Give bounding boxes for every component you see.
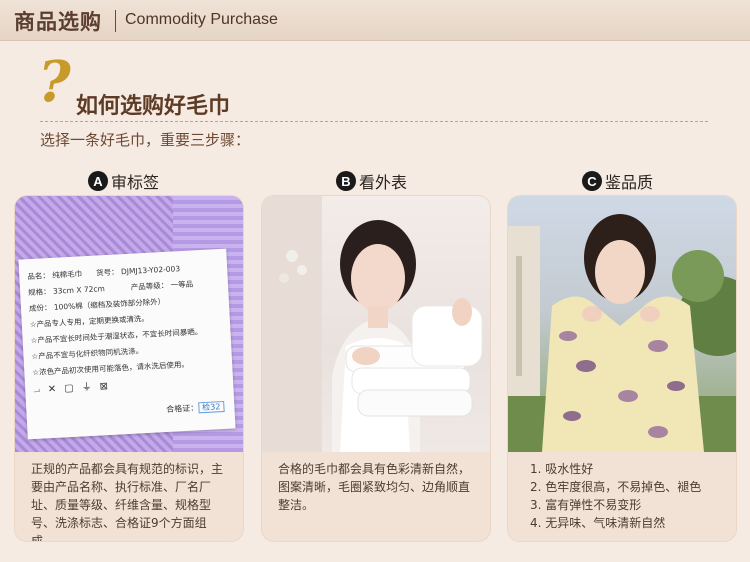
header-bar: 商品选购 Commodity Purchase (0, 0, 750, 41)
care-label-photo: 品名： 纯棉毛巾 货号： DJMJ13-Y02-003 规格： 33cm X 7… (15, 196, 243, 452)
section-subheading: 选择一条好毛巾，重要三步骤： (40, 131, 251, 149)
white-towels-photo (262, 196, 490, 452)
step-b-description: 合格的毛巾都会具有色彩清新自然，图案清晰，毛圈紧致均匀、边角顺直整洁。 (278, 462, 471, 512)
patterned-towel-photo (508, 196, 736, 452)
step-c-badge: C (582, 171, 602, 191)
question-mark-icon: ? (38, 49, 71, 115)
label-grade: 产品等级： 一等品 (130, 279, 194, 292)
step-c-title: 鉴品质 (605, 173, 654, 192)
wash-tub-icon: ⏗ (33, 384, 41, 396)
quality-item-3: 3. 富有弹性不易变形 (530, 498, 642, 512)
step-c-heading: C 鉴品质 (582, 169, 653, 193)
woman-with-towels-illustration (262, 196, 483, 452)
header-title-en: Commodity Purchase (125, 11, 278, 28)
step-b-badge: B (336, 171, 356, 191)
section-heading: 如何选购好毛巾 (76, 94, 231, 119)
no-dryclean-icon: ⊠ (99, 381, 109, 393)
step-c-card: 1. 吸水性好 2. 色牢度很高，不易掉色、褪色 3. 富有弹性不易变形 4. … (508, 196, 736, 541)
step-a-description: 正规的产品都会具有规范的标识，主要由产品名称、执行标准、厂名厂址、质量等级、纤维… (31, 462, 224, 541)
header-title-cn: 商品选购 (14, 10, 102, 34)
step-b-card: 合格的毛巾都会具有色彩清新自然，图案清晰，毛圈紧致均匀、边角顺直整洁。 (262, 196, 490, 541)
no-bleach-icon: ✕ (47, 383, 57, 396)
iron-icon: ⏚ (81, 381, 92, 394)
step-b-heading: B 看外表 (336, 169, 407, 193)
dashed-divider (40, 121, 708, 122)
step-b-title: 看外表 (359, 173, 408, 192)
step-a-heading: A 审标签 (88, 169, 159, 193)
label-pass-text: 合格证： (166, 403, 199, 415)
label-pass-stamp: 检32 (197, 400, 225, 414)
step-c-description: 1. 吸水性好 2. 色牢度很高，不易掉色、褪色 3. 富有弹性不易变形 4. … (508, 452, 736, 541)
step-a-card: 品名： 纯棉毛巾 货号： DJMJ13-Y02-003 规格： 33cm X 7… (15, 196, 243, 541)
label-pass: 合格证： 检32 (166, 399, 225, 418)
header-divider (115, 10, 116, 32)
quality-item-2: 2. 色牢度很高，不易掉色、褪色 (530, 480, 702, 494)
tumble-dry-icon: ▢ (63, 382, 74, 395)
care-label: 品名： 纯棉毛巾 货号： DJMJ13-Y02-003 规格： 33cm X 7… (18, 248, 236, 440)
quality-item-1: 1. 吸水性好 (530, 462, 594, 476)
step-a-badge: A (88, 171, 108, 191)
woman-with-patterned-towel-illustration (508, 214, 736, 452)
quality-item-4: 4. 无异味、气味清新自然 (530, 516, 666, 530)
step-a-title: 审标签 (111, 173, 160, 192)
